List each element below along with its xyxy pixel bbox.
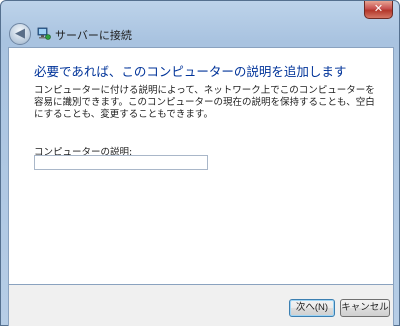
window-title: サーバーに接続 bbox=[55, 29, 132, 42]
back-arrow-icon: ◀ bbox=[15, 26, 25, 41]
wizard-footer: 次へ(N) キャンセル bbox=[8, 285, 394, 326]
computer-description-input[interactable] bbox=[34, 155, 208, 170]
network-computer-icon bbox=[37, 27, 51, 40]
page-heading: 必要であれば、このコンピューターの説明を追加します bbox=[34, 64, 347, 79]
next-button[interactable]: 次へ(N) bbox=[289, 299, 335, 317]
close-icon: ✕ bbox=[373, 2, 384, 15]
wizard-content: 必要であれば、このコンピューターの説明を追加します コンピューターに付ける説明に… bbox=[8, 47, 394, 285]
back-button[interactable]: ◀ bbox=[9, 23, 31, 45]
close-button[interactable]: ✕ bbox=[364, 1, 393, 19]
cancel-button[interactable]: キャンセル bbox=[340, 299, 390, 317]
page-description: コンピューターに付ける説明によって、ネットワーク上でこのコンピューターを容易に識… bbox=[34, 85, 375, 120]
wizard-window: ✕ ◀ サーバーに接続 必要であれば、このコンピューターの説明を追加します コン… bbox=[0, 0, 400, 326]
title-bar[interactable]: ✕ ◀ サーバーに接続 bbox=[1, 1, 399, 47]
